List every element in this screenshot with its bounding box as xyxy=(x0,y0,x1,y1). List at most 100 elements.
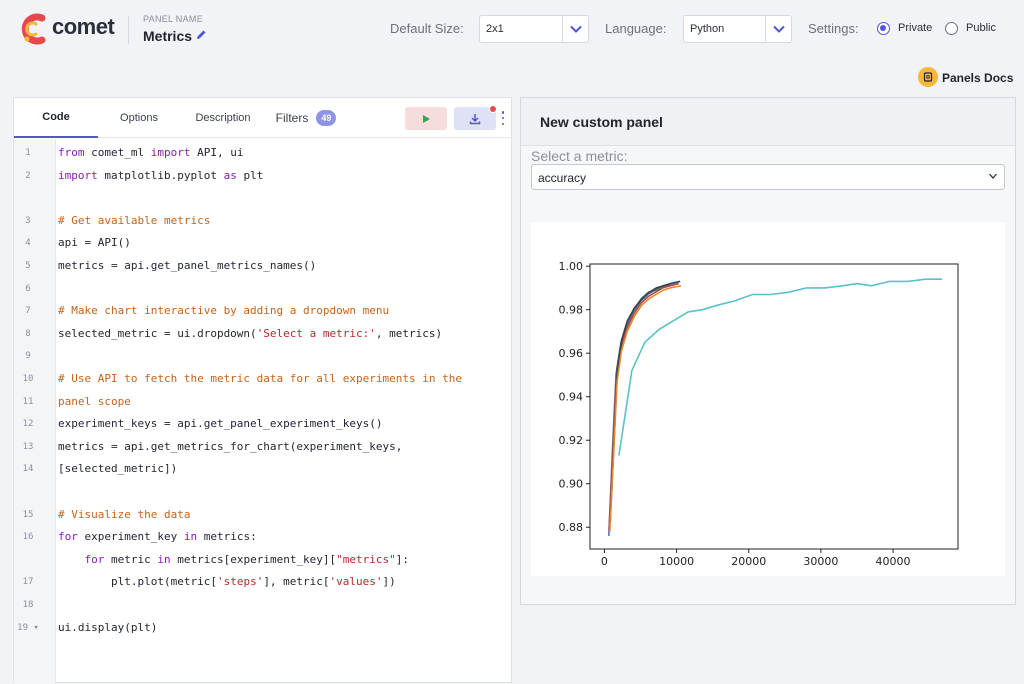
line-number: 4 xyxy=(25,238,31,249)
code-line[interactable]: 3 # Get available metrics xyxy=(14,212,511,232)
line-number: 17 xyxy=(22,577,34,588)
chevron-down-icon[interactable] xyxy=(988,171,998,181)
code-text[interactable]: api = API() xyxy=(58,236,131,249)
code-text[interactable]: # Visualize the data xyxy=(58,508,190,521)
code-line[interactable] xyxy=(14,483,511,503)
code-line[interactable]: 8 selected_metric = ui.dropdown('Select a… xyxy=(14,325,511,345)
code-line[interactable]: 18 xyxy=(14,596,511,616)
code-line[interactable]: for metric in metrics[experiment_key]["m… xyxy=(14,551,511,571)
series-line-0 xyxy=(608,282,679,536)
panel-preview: New custom panel Select a metric: accura… xyxy=(520,97,1016,605)
code-token: , metrics) xyxy=(375,326,443,340)
line-number: 16 xyxy=(22,532,34,543)
code-text[interactable]: for metric in metrics[experiment_key]["m… xyxy=(58,552,410,566)
code-text[interactable]: ui.display(plt) xyxy=(58,621,157,634)
panels-docs-link[interactable]: Panels Docs xyxy=(942,71,1013,85)
brand-name: comet xyxy=(52,14,115,39)
preview-body: Select a metric: accuracy 0.88 0.90 0.92 0.… xyxy=(521,146,1015,604)
series-line-2 xyxy=(608,282,679,530)
code-line[interactable]: 10 # Use API to fetch the metric data for… xyxy=(14,370,511,390)
code-token: metrics = api.get_panel_metrics_names() xyxy=(58,259,317,272)
panel-name[interactable]: Metrics xyxy=(143,28,192,44)
code-text[interactable]: import matplotlib.pyplot as plt xyxy=(58,169,263,182)
edit-pencil-icon[interactable] xyxy=(195,29,207,41)
code-token: # Visualize the data xyxy=(58,507,191,521)
code-line[interactable]: 19 ▾ ui.display(plt) xyxy=(14,619,511,639)
code-token: panel scope xyxy=(58,394,131,408)
line-number: 6 xyxy=(25,283,31,294)
code-token: experiment_key xyxy=(77,530,184,544)
line-number: 12 xyxy=(22,419,34,430)
code-text[interactable]: metrics = api.get_metrics_for_chart(expe… xyxy=(58,440,402,453)
code-text[interactable]: from comet_ml import API, ui xyxy=(58,146,243,159)
metric-select[interactable]: accuracy xyxy=(531,164,1005,190)
tab-code[interactable]: Code xyxy=(14,98,98,138)
code-text[interactable]: panel scope xyxy=(58,395,131,408)
more-options-icon[interactable] xyxy=(501,111,505,125)
code-line[interactable]: 16 for experiment_key in metrics: xyxy=(14,528,511,548)
language-value: Python xyxy=(690,23,725,35)
code-line[interactable]: 12 experiment_keys = api.get_panel_experi… xyxy=(14,415,511,435)
code-token: experiment_keys = api.get_panel_experime… xyxy=(58,417,383,431)
y-tick-label: 0.96 xyxy=(559,347,584,360)
code-line[interactable]: 2 import matplotlib.pyplot as plt xyxy=(14,167,511,187)
code-token: # Use API to fetch the metric data for a… xyxy=(58,372,462,385)
code-line[interactable]: 6 xyxy=(14,280,511,300)
line-number: 13 xyxy=(22,441,34,452)
code-text[interactable]: plt.plot(metric['steps'], metric['values… xyxy=(58,575,396,588)
code-token: for xyxy=(84,552,105,566)
code-line[interactable]: 14 [selected_metric]) xyxy=(14,460,511,480)
code-line[interactable]: 11 panel scope xyxy=(14,393,511,413)
default-size-select[interactable]: 2x1 xyxy=(479,15,589,43)
docs-icon[interactable] xyxy=(918,67,938,87)
code-line[interactable]: 15 # Visualize the data xyxy=(14,506,511,526)
code-token: import xyxy=(58,168,98,182)
code-line[interactable]: 1 from comet_ml import API, ui xyxy=(14,144,511,164)
code-text[interactable]: # Make chart interactive by adding a dro… xyxy=(58,304,389,317)
code-token: plt.plot(metric[ xyxy=(58,575,217,589)
code-line[interactable]: 5 metrics = api.get_panel_metrics_names() xyxy=(14,257,511,277)
series-line-3 xyxy=(609,280,681,523)
code-token: selected_metric = ui.dropdown( xyxy=(58,326,257,340)
public-radio[interactable] xyxy=(945,22,958,35)
tab-filters[interactable]: Filters 49 xyxy=(266,98,346,138)
private-radio-label[interactable]: Private xyxy=(898,22,932,34)
tab-description[interactable]: Description xyxy=(180,98,266,138)
public-radio-label[interactable]: Public xyxy=(966,22,996,34)
language-select[interactable]: Python xyxy=(683,15,792,43)
code-token: from xyxy=(58,146,85,159)
code-text[interactable]: # Get available metrics xyxy=(58,214,210,227)
comet-logo-icon xyxy=(21,13,46,45)
run-button[interactable] xyxy=(405,107,447,130)
code-line[interactable]: 4 api = API() xyxy=(14,234,511,254)
chevron-down-icon[interactable] xyxy=(765,16,791,42)
code-text[interactable]: # Use API to fetch the metric data for a… xyxy=(58,372,462,385)
y-tick-label: 0.94 xyxy=(559,391,584,404)
line-chart: 0.88 0.90 0.92 0.94 0.96 0.98 1.00 0 10000 20000 3… xyxy=(559,260,959,568)
code-token: comet_ml xyxy=(84,146,151,159)
series-line-5 xyxy=(618,278,943,456)
tab-options[interactable]: Options xyxy=(98,98,180,138)
code-text[interactable]: selected_metric = ui.dropdown('Select a … xyxy=(58,327,442,340)
line-number: 14 xyxy=(22,464,34,475)
code-line[interactable] xyxy=(14,189,511,209)
language-label: Language: xyxy=(605,21,667,36)
code-line[interactable]: 7 # Make chart interactive by adding a dr… xyxy=(14,302,511,322)
default-size-label: Default Size: xyxy=(390,21,464,36)
private-radio[interactable] xyxy=(877,22,890,35)
code-line[interactable]: 13 metrics = api.get_metrics_for_chart(ex… xyxy=(14,438,511,458)
play-icon xyxy=(423,114,430,123)
code-token: ], metric[ xyxy=(263,575,330,589)
chevron-down-icon[interactable] xyxy=(562,16,588,42)
metric-select-value: accuracy xyxy=(538,171,587,185)
code-text[interactable]: experiment_keys = api.get_panel_experime… xyxy=(58,417,383,430)
code-line[interactable]: 17 plt.plot(metric['steps'], metric['val… xyxy=(14,573,511,593)
line-number: 1 xyxy=(25,148,31,158)
code-text[interactable]: metrics = api.get_panel_metrics_names() xyxy=(58,259,316,272)
series-line-1 xyxy=(608,280,680,528)
code-line[interactable]: 9 xyxy=(14,347,511,367)
code-text[interactable]: [selected_metric]) xyxy=(58,462,177,475)
line-number: 5 xyxy=(25,261,31,271)
code-text[interactable]: for experiment_key in metrics: xyxy=(58,530,257,543)
